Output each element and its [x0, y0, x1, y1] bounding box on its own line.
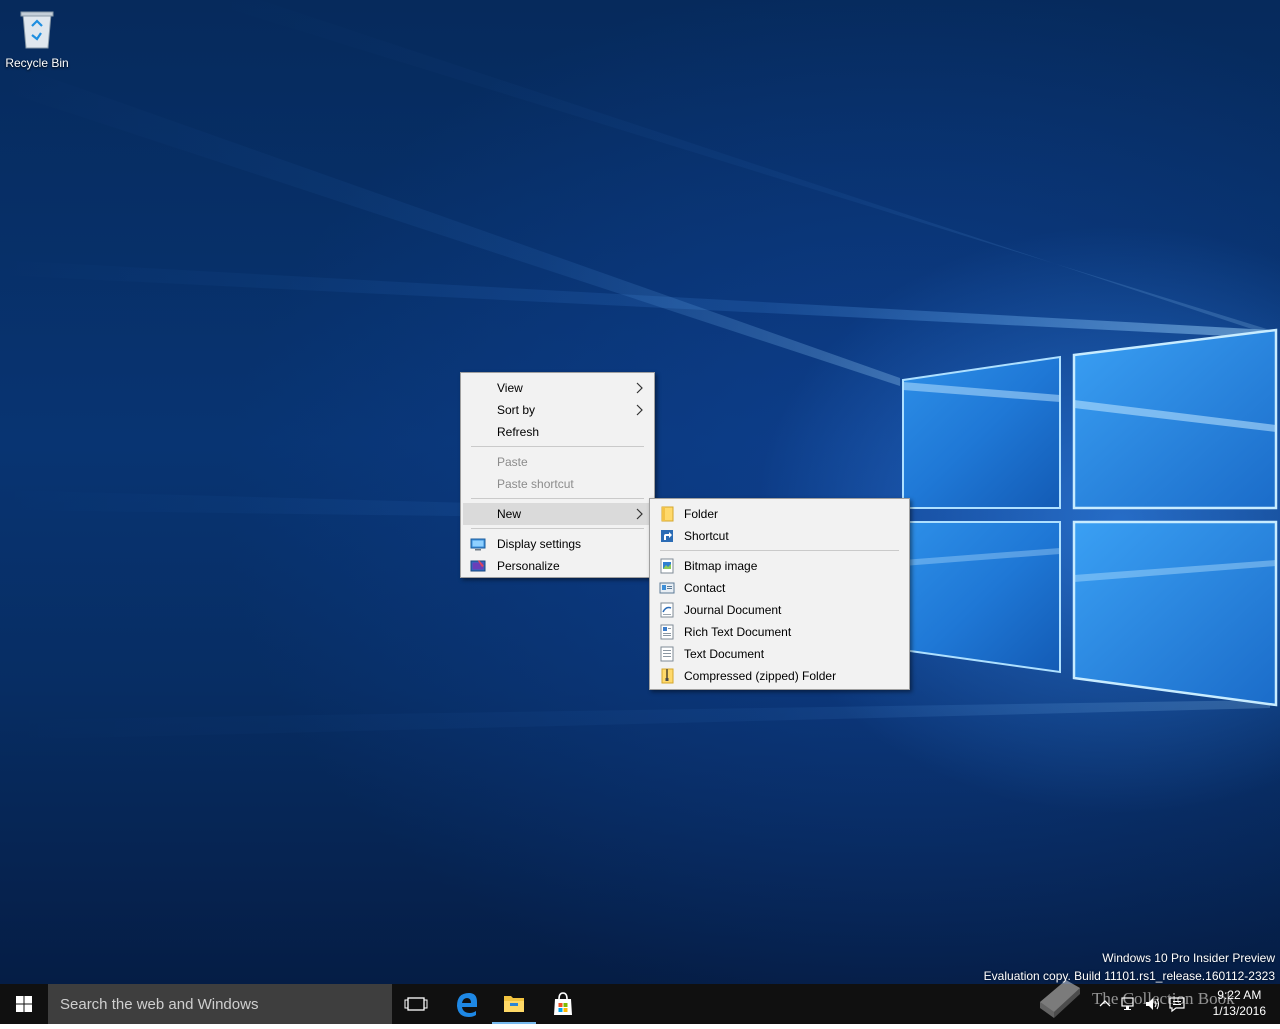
edge-button[interactable]: [442, 984, 490, 1024]
menu-item-label: Paste shortcut: [497, 477, 574, 491]
file-explorer-button[interactable]: [490, 984, 538, 1024]
task-view-button[interactable]: [392, 984, 440, 1024]
desktop-icon-recycle-bin[interactable]: Recycle Bin: [4, 8, 70, 70]
menu-item-label: Personalize: [497, 559, 560, 573]
menu-item-label: New: [497, 507, 522, 521]
chevron-right-icon: [636, 508, 643, 520]
file-explorer-icon: [504, 996, 524, 1012]
bitmap-icon: [660, 558, 674, 574]
submenu-item-rich-text-document[interactable]: Rich Text Document: [652, 621, 907, 643]
store-button[interactable]: [539, 984, 587, 1024]
task-view-icon: [404, 997, 428, 1011]
text-document-icon: [660, 646, 674, 662]
menu-item-personalize[interactable]: Personalize: [463, 555, 652, 577]
menu-item-paste: Paste: [463, 451, 652, 473]
new-submenu: Folder Shortcut Bitmap image Contact Jou…: [649, 498, 910, 690]
shortcut-icon: [661, 530, 673, 542]
search-input[interactable]: [48, 984, 392, 1024]
submenu-item-folder[interactable]: Folder: [652, 503, 907, 525]
menu-item-new[interactable]: New: [463, 503, 652, 525]
personalize-icon: [470, 560, 486, 572]
book-logo-icon: [1040, 980, 1080, 1018]
submenu-item-label: Journal Document: [684, 603, 782, 617]
chevron-right-icon: [636, 382, 643, 394]
menu-separator: [471, 528, 644, 529]
menu-item-label: Sort by: [497, 403, 536, 417]
windows-logo-icon: [16, 996, 32, 1012]
edge-icon: [457, 993, 477, 1017]
menu-separator: [471, 446, 644, 447]
submenu-item-label: Rich Text Document: [684, 625, 792, 639]
submenu-item-label: Text Document: [684, 647, 765, 661]
branding-watermark: The Collection Book: [1030, 972, 1270, 1024]
start-button[interactable]: [0, 984, 48, 1024]
desktop-context-menu: View Sort by Refresh Paste Paste shortcu…: [460, 372, 655, 578]
submenu-item-label: Contact: [684, 581, 726, 595]
recycle-bin-icon: [19, 8, 55, 50]
watermark-edition: Windows 10 Pro Insider Preview: [1102, 951, 1275, 965]
menu-item-label: View: [497, 381, 523, 395]
menu-item-label: Refresh: [497, 425, 540, 439]
submenu-item-journal-document[interactable]: Journal Document: [652, 599, 907, 621]
desktop-background[interactable]: Recycle Bin View Sort by Refresh Paste P…: [0, 0, 1280, 984]
chevron-right-icon: [636, 404, 643, 416]
menu-item-label: Display settings: [497, 537, 582, 551]
rich-text-icon: [660, 624, 674, 640]
menu-item-view[interactable]: View: [463, 377, 652, 399]
menu-item-label: Paste: [497, 455, 528, 469]
store-icon: [554, 992, 572, 1015]
menu-item-paste-shortcut: Paste shortcut: [463, 473, 652, 495]
submenu-item-label: Shortcut: [684, 529, 729, 543]
menu-separator: [471, 498, 644, 499]
menu-item-display-settings[interactable]: Display settings: [463, 533, 652, 555]
menu-item-refresh[interactable]: Refresh: [463, 421, 652, 443]
menu-item-sort-by[interactable]: Sort by: [463, 399, 652, 421]
branding-text: The Collection Book: [1092, 989, 1235, 1008]
submenu-item-contact[interactable]: Contact: [652, 577, 907, 599]
submenu-item-label: Compressed (zipped) Folder: [684, 669, 837, 683]
submenu-item-shortcut[interactable]: Shortcut: [652, 525, 907, 547]
submenu-item-label: Folder: [684, 507, 719, 521]
submenu-item-bitmap-image[interactable]: Bitmap image: [652, 555, 907, 577]
contact-icon: [659, 582, 675, 594]
desktop-icon-label: Recycle Bin: [5, 56, 69, 70]
journal-icon: [660, 602, 674, 618]
menu-separator: [660, 550, 899, 551]
zip-folder-icon: [661, 668, 674, 684]
folder-icon: [661, 506, 674, 522]
display-icon: [470, 538, 486, 551]
submenu-item-text-document[interactable]: Text Document: [652, 643, 907, 665]
submenu-item-label: Bitmap image: [684, 559, 758, 573]
submenu-item-compressed-folder[interactable]: Compressed (zipped) Folder: [652, 665, 907, 687]
